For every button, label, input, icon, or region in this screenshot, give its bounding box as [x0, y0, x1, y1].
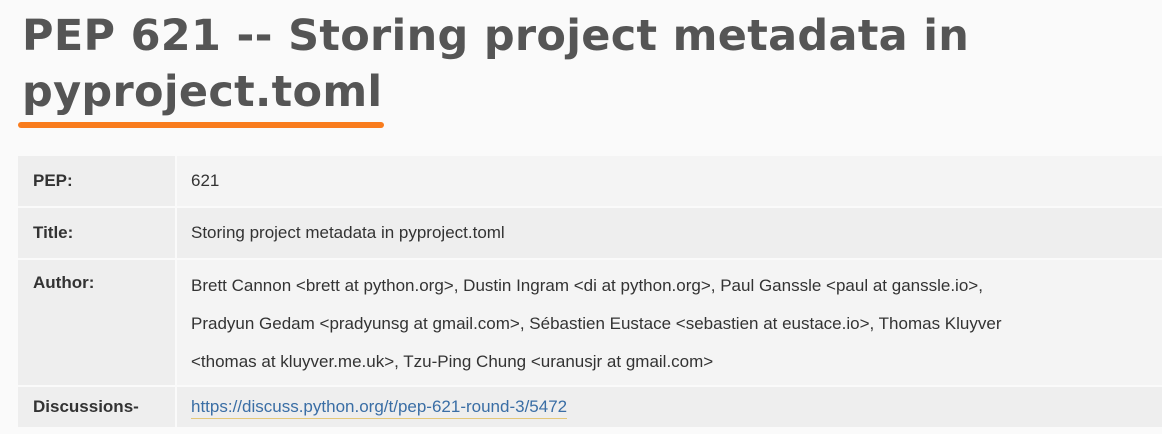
field-label-discussions: Discussions- [18, 386, 176, 429]
pep-heading: PEP 621 -- Storing project metadata in p… [18, 8, 1142, 128]
page-title: PEP 621 -- Storing project metadata in p… [18, 8, 1142, 128]
discussions-link[interactable]: https://discuss.python.org/t/pep-621-rou… [191, 397, 568, 419]
field-label-pep: PEP: [18, 156, 176, 208]
pep-page: PEP 621 -- Storing project metadata in p… [0, 0, 1162, 434]
field-label-title: Title: [18, 207, 176, 260]
page-title-line-2: pyproject.toml [18, 64, 385, 128]
field-value-pep: 621 [175, 156, 1162, 208]
title-accent-underline [18, 122, 385, 128]
author-line: Brett Cannon <brett at python.org>, Dust… [191, 276, 983, 295]
field-value-author: Brett Cannon <brett at python.org>, Dust… [175, 259, 1162, 387]
field-row-author: Author: Brett Cannon <brett at python.or… [18, 259, 1162, 387]
field-label-author: Author: [18, 259, 176, 387]
page-title-line-1: PEP 621 -- Storing project metadata in [22, 11, 970, 61]
field-row-pep: PEP: 621 [18, 156, 1162, 208]
author-line: <thomas at kluyver.me.uk>, Tzu-Ping Chun… [191, 352, 714, 371]
field-value-title: Storing project metadata in pyproject.to… [175, 207, 1162, 260]
field-value-discussions: https://discuss.python.org/t/pep-621-rou… [175, 386, 1162, 429]
field-row-discussions: Discussions- https://discuss.python.org/… [18, 386, 1162, 429]
field-row-title: Title: Storing project metadata in pypro… [18, 207, 1162, 260]
author-line: Pradyun Gedam <pradyunsg at gmail.com>, … [191, 314, 1002, 333]
page-title-line-2-text: pyproject.toml [22, 67, 383, 117]
pep-header-table: PEP: 621 Title: Storing project metadata… [18, 156, 1162, 429]
